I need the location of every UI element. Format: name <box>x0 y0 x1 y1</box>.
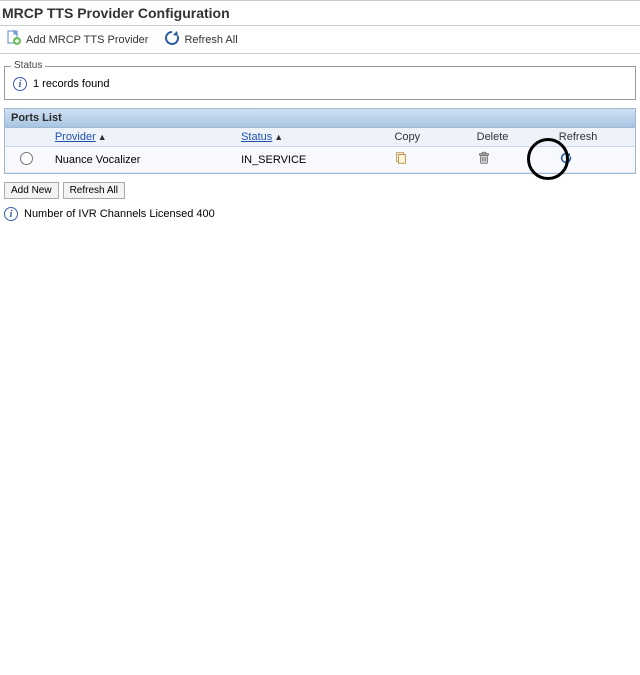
row-status: IN_SERVICE <box>235 147 388 173</box>
toolbar: Add MRCP TTS Provider Refresh All <box>0 25 640 54</box>
bottom-buttons: Add New Refresh All <box>4 182 636 199</box>
add-provider-label: Add MRCP TTS Provider <box>26 34 148 46</box>
status-fieldset: Status i 1 records found <box>4 66 636 100</box>
refresh-all-button[interactable]: Refresh All <box>164 30 237 49</box>
refresh-icon <box>164 30 180 49</box>
col-status[interactable]: Status▲ <box>235 128 388 147</box>
col-select <box>5 128 49 147</box>
ports-table: Provider▲ Status▲ Copy Delete Refresh Nu… <box>5 128 635 173</box>
table-row: Nuance Vocalizer IN_SERVICE <box>5 147 635 173</box>
page-title: MRCP TTS Provider Configuration <box>0 0 640 25</box>
add-provider-button[interactable]: Add MRCP TTS Provider <box>6 30 148 49</box>
add-document-icon <box>6 30 22 49</box>
status-message: 1 records found <box>33 78 109 90</box>
refresh-all-label: Refresh All <box>184 34 237 46</box>
footer-info: i Number of IVR Channels Licensed 400 <box>4 207 636 221</box>
sort-asc-icon: ▲ <box>274 132 283 142</box>
col-provider[interactable]: Provider▲ <box>49 128 235 147</box>
sort-asc-icon: ▲ <box>98 132 107 142</box>
licensed-text: Number of IVR Channels Licensed 400 <box>24 208 215 220</box>
col-refresh: Refresh <box>553 128 635 147</box>
row-select-radio[interactable] <box>20 152 33 165</box>
ports-list-title: Ports List <box>5 109 635 128</box>
status-legend: Status <box>11 60 45 71</box>
col-delete: Delete <box>471 128 553 147</box>
ports-list-panel: Ports List Provider▲ Status▲ Copy Delete… <box>4 108 636 174</box>
info-icon: i <box>4 207 18 221</box>
provider-sort-link[interactable]: Provider <box>55 131 96 143</box>
delete-icon[interactable] <box>477 151 491 165</box>
refresh-row-icon[interactable] <box>559 151 573 165</box>
status-sort-link[interactable]: Status <box>241 131 272 143</box>
add-new-button[interactable]: Add New <box>4 182 59 199</box>
row-provider[interactable]: Nuance Vocalizer <box>49 147 235 173</box>
col-copy: Copy <box>388 128 470 147</box>
refresh-all-bottom-button[interactable]: Refresh All <box>63 182 125 199</box>
info-icon: i <box>13 77 27 91</box>
copy-icon[interactable] <box>394 151 408 165</box>
